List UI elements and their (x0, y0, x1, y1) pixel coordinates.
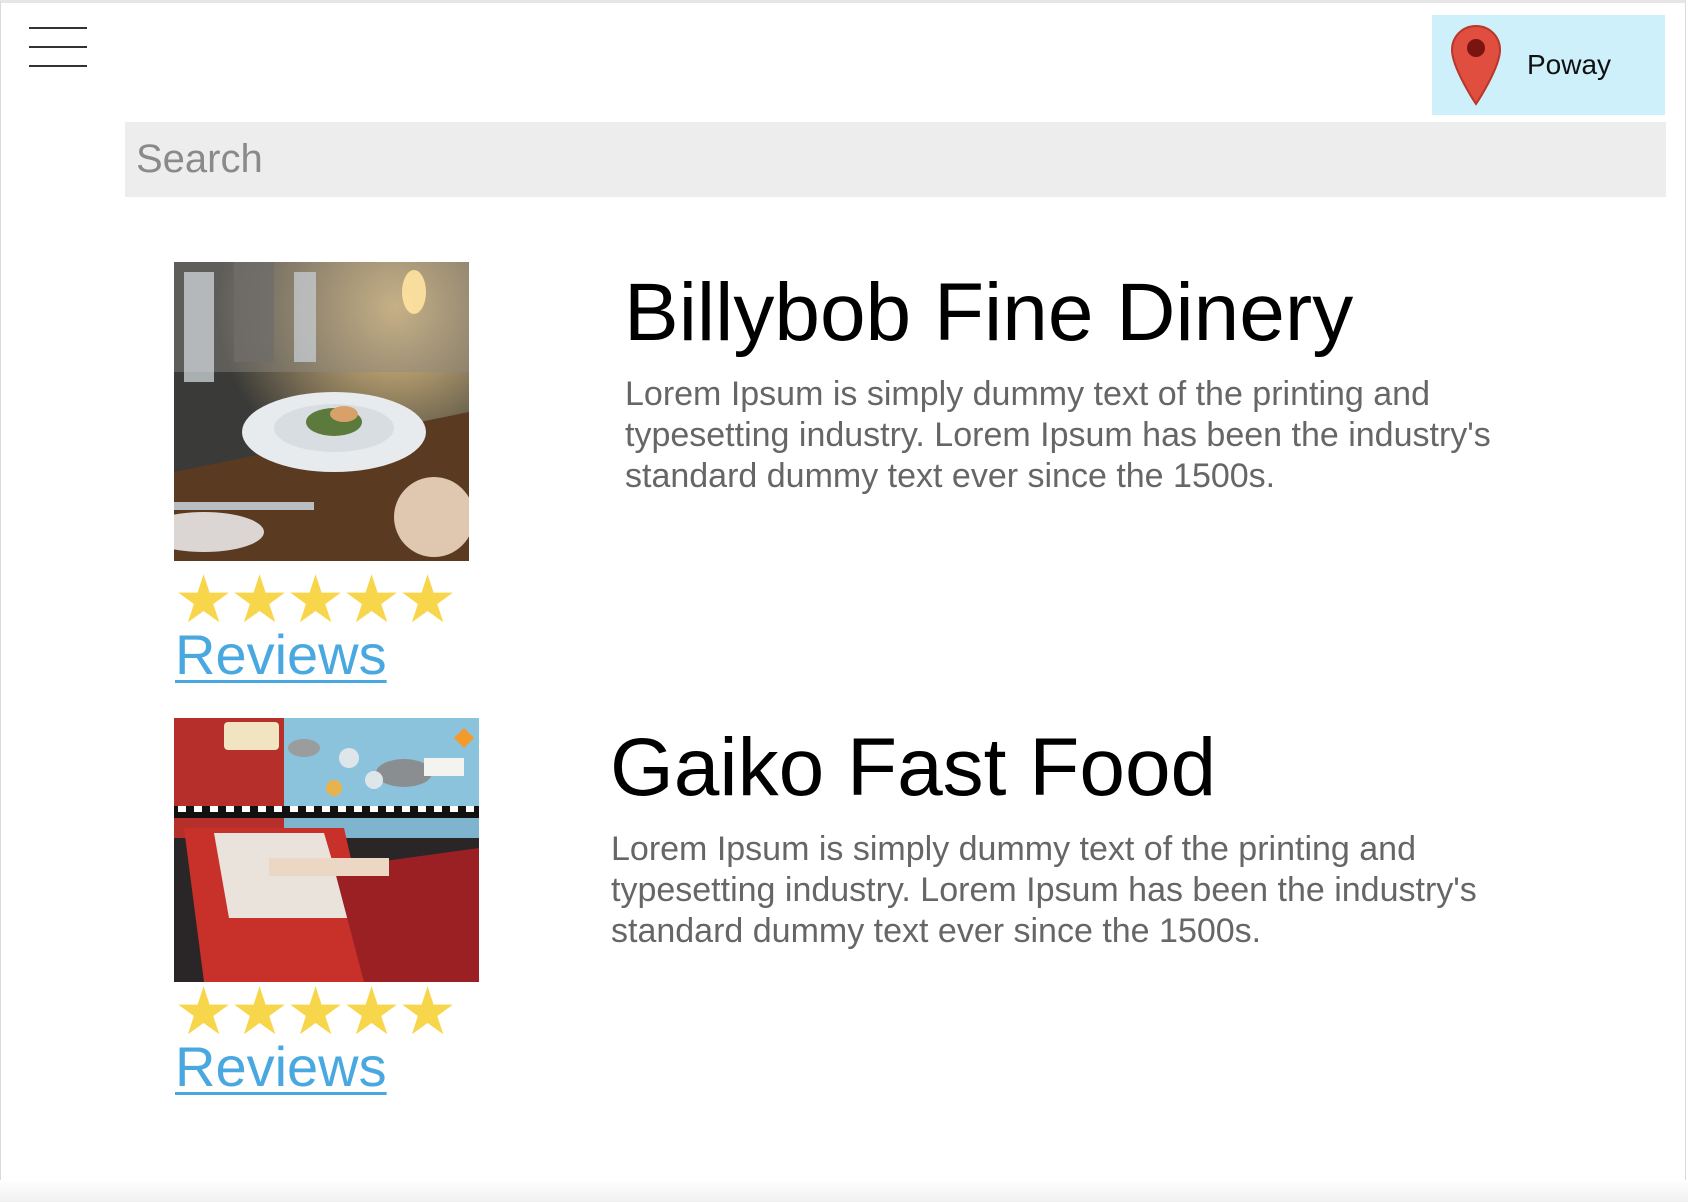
star-icon: ★ (398, 974, 458, 1048)
location-selector[interactable]: Poway (1432, 15, 1665, 115)
bottom-shade (0, 1180, 1688, 1202)
search-input[interactable] (125, 122, 1666, 197)
star-icon: ★ (398, 562, 458, 636)
restaurant-photo[interactable] (174, 262, 469, 561)
location-label: Poway (1527, 49, 1612, 80)
restaurant-name: Billybob Fine Dinery (624, 267, 1354, 358)
reviews-link[interactable]: Reviews (175, 1034, 387, 1099)
reviews-link[interactable]: Reviews (175, 622, 387, 687)
restaurant-photo[interactable] (174, 718, 479, 982)
restaurant-name: Gaiko Fast Food (610, 722, 1217, 813)
map-pin-icon (1450, 24, 1502, 106)
hamburger-menu-icon[interactable] (29, 27, 87, 67)
restaurant-description: Lorem Ipsum is simply dummy text of the … (611, 830, 1477, 950)
restaurant-description: Lorem Ipsum is simply dummy text of the … (625, 375, 1491, 495)
